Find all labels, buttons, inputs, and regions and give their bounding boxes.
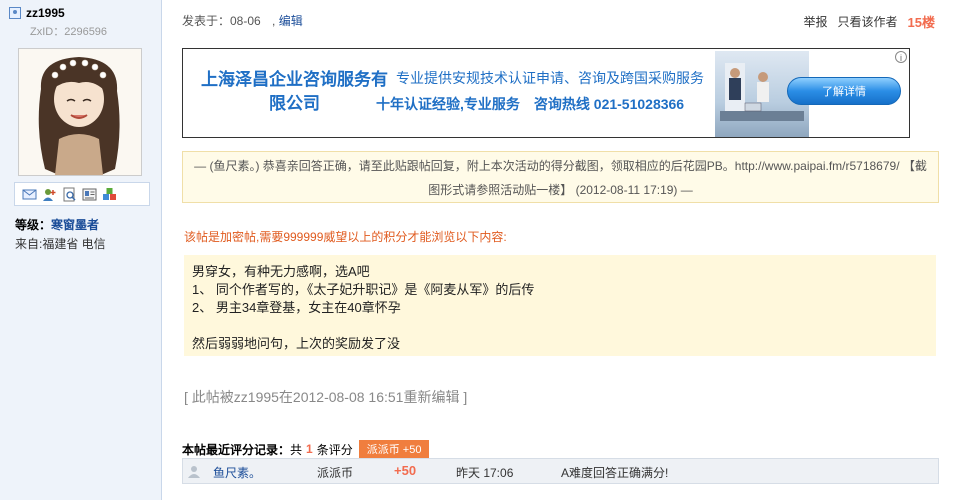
content-line — [192, 317, 928, 335]
rating-total-badge: 派派币 +50 — [358, 440, 430, 458]
user-online-icon — [9, 7, 21, 19]
rating-count: 1 — [306, 442, 313, 456]
ad-service-line: 专业提供安规技术认证申请、咨询及跨国采购服务 — [396, 70, 704, 86]
search-posts-icon[interactable] — [62, 187, 77, 202]
edit-link[interactable]: 编辑 — [279, 14, 303, 28]
meta-separator: , — [272, 14, 276, 28]
rating-score: +50 — [394, 463, 417, 478]
rating-time: 昨天 17:06 — [456, 466, 514, 480]
user-zxid: ZxID：2296596 — [30, 26, 108, 38]
user-level: 等级：寒窗墨者 — [15, 216, 99, 233]
level-value[interactable]: 寒窗墨者 — [51, 218, 99, 232]
ad-company-name: 上海泽昌企业咨询服务有限公司 — [201, 70, 388, 113]
add-friend-icon[interactable] — [42, 187, 57, 202]
message-icon[interactable] — [22, 187, 37, 202]
ad-info-icon[interactable]: i — [895, 51, 907, 63]
user-location: 来自:福建省 电信 — [15, 237, 106, 251]
rating-reason: A难度回答正确满分! — [561, 466, 669, 480]
rater-avatar-icon — [187, 464, 201, 478]
content-line: 男穿女，有种无力感啊，选A吧 — [192, 264, 370, 279]
avatar-image — [19, 49, 141, 175]
rating-title: 本帖最近评分记录： — [182, 442, 291, 457]
content-line: 1、 同个作者写的，《太子妃升职记》是《阿麦从军》的后传 — [192, 282, 535, 297]
rating-header: 本帖最近评分记录： 共 1 条评分 派派币 +50 — [182, 440, 430, 458]
user-action-toolbar — [14, 182, 150, 206]
user-header: zz1995 — [9, 6, 65, 20]
edit-history-note: [ 此帖被zz1995在2012-08-08 16:51重新编辑 ] — [184, 389, 468, 405]
avatar[interactable] — [18, 48, 142, 176]
encrypted-post-notice: 该帖是加密帖,需要999999威望以上的积分才能浏览以下内容: — [184, 230, 507, 244]
only-author-link[interactable]: 只看该作者 — [838, 13, 898, 30]
rating-count-prefix: 共 — [290, 442, 303, 457]
content-line: 然后弱弱地问句，上次的奖励发了没 — [192, 336, 401, 351]
ad-learn-more-button[interactable]: 了解详情 — [787, 77, 901, 105]
post-content: 男穿女，有种无力感啊，选A吧 1、 同个作者写的，《太子妃升职记》是《阿麦从军》… — [184, 255, 936, 356]
user-sidebar: zz1995 ZxID：2296596 等级：寒窗墨者 来自:福建省 电信 — [0, 0, 162, 500]
ad-hotline-line: 十年认证经验,专业服务 咨询热线 021-51028366 — [376, 96, 685, 112]
rating-currency: 派派币 — [317, 466, 354, 480]
level-label: 等级： — [15, 218, 52, 232]
post-tools: 举报 只看该作者 15楼 — [804, 12, 936, 31]
rater-name[interactable]: 鱼尺素。 — [213, 464, 261, 481]
blocks-icon[interactable] — [102, 187, 117, 202]
rating-row: 鱼尺素。 派派币 +50 昨天 17:06 A难度回答正确满分! — [182, 458, 939, 484]
post-meta: 发表于：08-06 , 编辑 — [182, 12, 303, 29]
profile-card-icon[interactable] — [82, 187, 97, 202]
rating-count-suffix: 条评分 — [316, 442, 353, 457]
username-link[interactable]: zz1995 — [26, 6, 65, 20]
post-date: 发表于：08-06 — [182, 14, 261, 28]
floor-number: 15楼 — [907, 15, 935, 30]
ad-banner[interactable]: 上海泽昌企业咨询服务有限公司 专业提供安规技术认证申请、咨询及跨国采购服务 十年… — [182, 48, 910, 138]
content-line: 2、 男主34章登基，女主在40章怀孕 — [192, 300, 401, 315]
report-link[interactable]: 举报 — [804, 13, 828, 30]
reward-notice: — (鱼尺素。) 恭喜亲回答正确，请至此贴跟帖回复，附上本次活动的得分截图，领取… — [182, 151, 939, 203]
